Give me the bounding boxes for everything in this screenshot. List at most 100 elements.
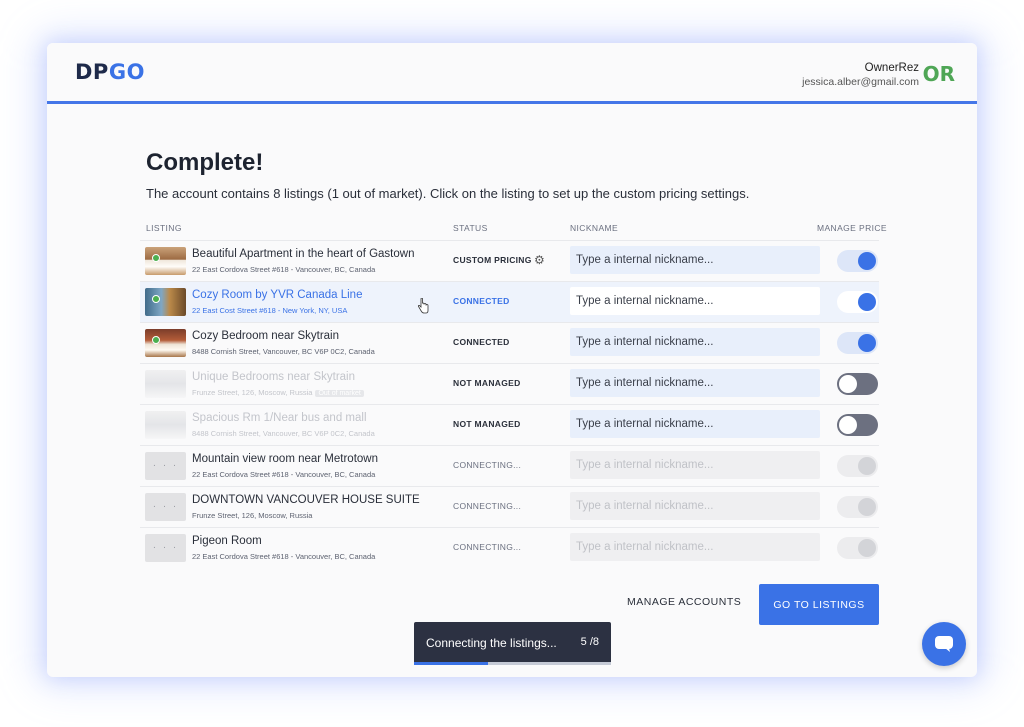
loading-dots-icon: · · · xyxy=(152,501,179,512)
manage-price-toggle[interactable] xyxy=(837,332,878,354)
listing-address: 8488 Cornish Street, Vancouver, BC V6P 0… xyxy=(192,429,375,438)
toggle-knob xyxy=(858,293,876,311)
nickname-input xyxy=(570,451,820,479)
listing-row[interactable]: Spacious Rm 1/Near bus and mall 8488 Cor… xyxy=(140,404,879,445)
live-dot-icon xyxy=(152,336,160,344)
listing-name: Mountain view room near Metrotown xyxy=(192,453,378,465)
listing-address: 8488 Cornish Street, Vancouver, BC V6P 0… xyxy=(192,347,375,356)
nickname-input[interactable] xyxy=(570,287,820,315)
listing-thumbnail xyxy=(145,329,186,357)
chat-button[interactable] xyxy=(922,622,966,666)
manage-price-toggle[interactable] xyxy=(837,250,878,272)
progress-toast: Connecting the listings... 5 /8 xyxy=(414,622,611,665)
listing-name: Unique Bedrooms near Skytrain xyxy=(192,371,355,383)
toast-progress-track xyxy=(414,662,611,665)
toggle-knob xyxy=(839,375,857,393)
status-label: CONNECTING... xyxy=(453,501,522,511)
listing-name: Cozy Room by YVR Canada Line xyxy=(192,289,363,301)
listing-thumbnail-placeholder: · · · xyxy=(145,534,186,562)
listing-address: 22 East Cost Street #618 - New York, NY,… xyxy=(192,306,348,315)
listing-address-text: Frunze Street, 126, Moscow, Russia xyxy=(192,388,313,397)
listing-address: 22 East Cordova Street #618 - Vancouver,… xyxy=(192,265,376,274)
column-header-status: STATUS xyxy=(453,223,488,233)
manage-price-toggle xyxy=(837,537,878,559)
listing-thumbnail xyxy=(145,247,186,275)
nickname-input[interactable] xyxy=(570,246,820,274)
listing-address: 22 East Cordova Street #618 - Vancouver,… xyxy=(192,470,376,479)
column-header-manage-price: MANAGE PRICE xyxy=(817,223,887,233)
live-dot-icon xyxy=(152,254,160,262)
dpgo-logo[interactable]: DPGO xyxy=(75,60,145,84)
status-label: CONNECTING... xyxy=(453,542,522,552)
status-label: NOT MANAGED xyxy=(453,419,521,429)
listing-name: Spacious Rm 1/Near bus and mall xyxy=(192,412,367,424)
nickname-input xyxy=(570,492,820,520)
listing-name: Pigeon Room xyxy=(192,535,262,547)
ownerrez-logo: OR xyxy=(922,62,955,86)
nickname-input[interactable] xyxy=(570,369,820,397)
column-header-nickname: NICKNAME xyxy=(570,223,619,233)
hand-pointer-icon xyxy=(417,298,429,314)
manage-price-toggle[interactable] xyxy=(837,291,878,313)
toast-progress-fill xyxy=(414,662,488,665)
toggle-knob xyxy=(858,457,876,475)
chat-bubble-icon xyxy=(935,636,953,652)
gear-icon[interactable]: ⚙ xyxy=(534,254,545,266)
listing-row[interactable]: · · · DOWNTOWN VANCOUVER HOUSE SUITE Fru… xyxy=(140,486,879,527)
app-window: DPGO OwnerRez jessica.alber@gmail.com OR… xyxy=(47,43,977,677)
account-info[interactable]: OwnerRez jessica.alber@gmail.com xyxy=(802,62,919,88)
toast-count: 5 /8 xyxy=(580,636,599,648)
top-bar: DPGO OwnerRez jessica.alber@gmail.com OR xyxy=(47,43,977,101)
out-of-market-badge: Out of market xyxy=(315,390,364,397)
listing-thumbnail xyxy=(145,288,186,316)
toggle-knob xyxy=(858,252,876,270)
nickname-input[interactable] xyxy=(570,410,820,438)
listing-row[interactable]: Cozy Room by YVR Canada Line 22 East Cos… xyxy=(140,281,879,322)
listing-thumbnail-placeholder: · · · xyxy=(145,452,186,480)
listing-row[interactable]: Unique Bedrooms near Skytrain Frunze Str… xyxy=(140,363,879,404)
live-dot-icon xyxy=(152,295,160,303)
manage-price-toggle xyxy=(837,455,878,477)
listing-name: DOWNTOWN VANCOUVER HOUSE SUITE xyxy=(192,494,420,506)
status-label: CONNECTED xyxy=(453,337,510,347)
status-label: CUSTOM PRICING xyxy=(453,255,532,265)
listing-thumbnail xyxy=(145,411,186,439)
loading-dots-icon: · · · xyxy=(152,542,179,553)
page-title: Complete! xyxy=(146,149,264,176)
logo-dp: DP xyxy=(75,60,109,84)
go-to-listings-label: GO TO LISTINGS xyxy=(773,598,865,611)
nickname-input[interactable] xyxy=(570,328,820,356)
toggle-knob xyxy=(839,416,857,434)
header-divider xyxy=(47,101,977,104)
listing-address: 22 East Cordova Street #618 - Vancouver,… xyxy=(192,552,376,561)
loading-dots-icon: · · · xyxy=(152,460,179,471)
nickname-input xyxy=(570,533,820,561)
account-email: jessica.alber@gmail.com xyxy=(802,76,919,88)
listing-row[interactable]: Cozy Bedroom near Skytrain 8488 Cornish … xyxy=(140,322,879,363)
listing-row[interactable]: · · · Pigeon Room 22 East Cordova Street… xyxy=(140,527,879,568)
listing-address: Frunze Street, 126, Moscow, Russia Out of… xyxy=(192,388,364,397)
listing-thumbnail-placeholder: · · · xyxy=(145,493,186,521)
go-to-listings-button[interactable]: GO TO LISTINGS xyxy=(759,584,879,625)
status-label: CONNECTED xyxy=(453,296,510,306)
listing-name: Cozy Bedroom near Skytrain xyxy=(192,330,340,342)
logo-go: GO xyxy=(108,60,145,84)
manage-accounts-button[interactable]: MANAGE ACCOUNTS xyxy=(627,596,741,608)
toggle-knob xyxy=(858,539,876,557)
manage-price-toggle[interactable] xyxy=(837,414,878,436)
toggle-knob xyxy=(858,334,876,352)
listing-row[interactable]: · · · Mountain view room near Metrotown … xyxy=(140,445,879,486)
page-subtitle: The account contains 8 listings (1 out o… xyxy=(146,186,750,201)
column-header-listing: LISTING xyxy=(146,223,182,233)
manage-price-toggle[interactable] xyxy=(837,373,878,395)
listing-thumbnail xyxy=(145,370,186,398)
account-name: OwnerRez xyxy=(864,62,919,74)
toast-text: Connecting the listings... xyxy=(426,636,557,650)
listing-name: Beautiful Apartment in the heart of Gast… xyxy=(192,248,415,260)
status-label: NOT MANAGED xyxy=(453,378,521,388)
listing-address: Frunze Street, 126, Moscow, Russia xyxy=(192,511,313,520)
status-label: CONNECTING... xyxy=(453,460,522,470)
listing-row[interactable]: Beautiful Apartment in the heart of Gast… xyxy=(140,240,879,281)
toggle-knob xyxy=(858,498,876,516)
manage-price-toggle xyxy=(837,496,878,518)
